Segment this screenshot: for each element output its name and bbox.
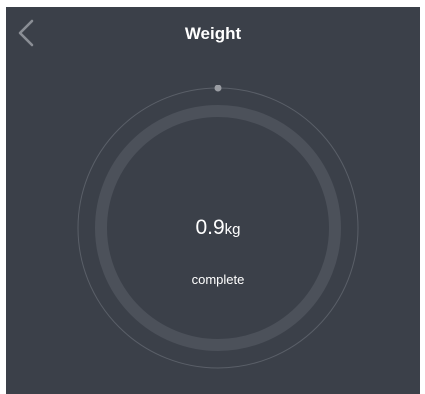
page-title: Weight (184, 24, 242, 43)
weight-readout: 0.9kg (75, 216, 361, 240)
position-indicator (214, 85, 222, 92)
weight-screen: Weight 0.9kg complete (6, 7, 420, 394)
status-text: complete (191, 272, 245, 287)
weight-dial: 0.9kg complete (75, 85, 361, 371)
header-bar: Weight (6, 7, 420, 59)
weight-value: 0.9 (195, 216, 225, 239)
weight-unit: kg (224, 221, 241, 238)
